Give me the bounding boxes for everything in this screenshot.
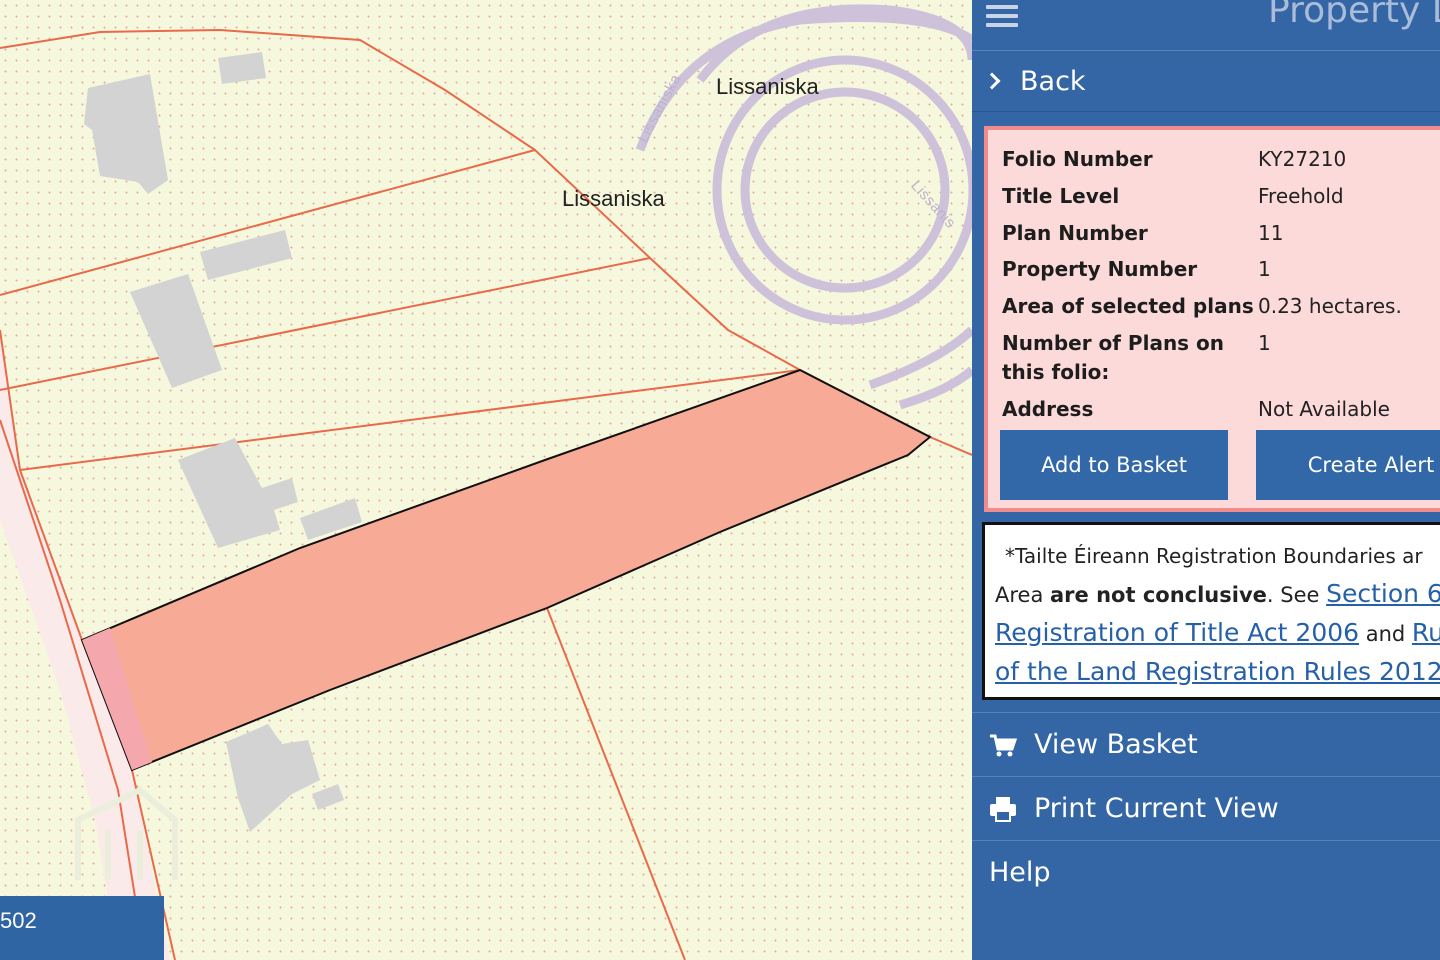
info-label: Title Level bbox=[1002, 184, 1120, 208]
notice-text: Area bbox=[995, 583, 1051, 607]
help-label: Help bbox=[989, 857, 1051, 888]
property-details-panel: Property D Back Folio Number KY27210 Tit… bbox=[972, 0, 1440, 960]
back-button[interactable]: Back bbox=[972, 50, 1440, 112]
info-label: Plan Number bbox=[1002, 221, 1148, 245]
info-label: this folio: bbox=[1002, 360, 1110, 384]
create-alert-button[interactable]: Create Alert bbox=[1256, 430, 1440, 500]
info-label: Folio Number bbox=[1002, 147, 1153, 171]
notice-text: and bbox=[1359, 622, 1412, 646]
registration-act-link[interactable]: Registration of Title Act 2006 bbox=[995, 618, 1359, 647]
info-label: Address bbox=[1002, 397, 1094, 421]
boundary-notice: *Tailte Éireann Registration Boundaries … bbox=[982, 522, 1440, 700]
townland-label: Lissaniska bbox=[562, 186, 665, 211]
panel-title: Property D bbox=[1268, 0, 1440, 31]
view-basket-label: View Basket bbox=[1034, 729, 1198, 760]
info-value: KY27210 bbox=[1258, 147, 1347, 171]
coordinate-readout: 502 bbox=[0, 896, 164, 960]
info-value: Freehold bbox=[1258, 184, 1344, 208]
add-to-basket-button[interactable]: Add to Basket bbox=[1000, 430, 1228, 500]
map-canvas[interactable] bbox=[0, 0, 972, 960]
notice-bold-text: are not conclusive bbox=[1050, 583, 1267, 607]
registration-rules-link[interactable]: of the Land Registration Rules 2012 bbox=[995, 657, 1440, 686]
map-view[interactable]: Lissaniska Lissaniska Lissaniska Lissani… bbox=[0, 0, 972, 960]
printer-icon bbox=[990, 796, 1016, 822]
print-label: Print Current View bbox=[1034, 793, 1279, 824]
notice-line: Registration of Title Act 2006 and Rul bbox=[995, 614, 1440, 653]
info-value: 1 bbox=[1258, 331, 1271, 355]
selected-parcel[interactable] bbox=[80, 368, 932, 772]
notice-line: *Tailte Éireann Registration Boundaries … bbox=[1005, 544, 1423, 568]
notice-line: Area are not conclusive. See Section 62 bbox=[995, 575, 1440, 614]
chevron-right-icon bbox=[983, 72, 1001, 90]
info-value: 1 bbox=[1258, 257, 1271, 281]
info-value: Not Available bbox=[1258, 397, 1390, 421]
rule-link[interactable]: Rul bbox=[1412, 618, 1440, 647]
info-label: Property Number bbox=[1002, 257, 1198, 281]
folio-info-box: Folio Number KY27210 Title Level Freehol… bbox=[984, 126, 1440, 512]
info-value: 11 bbox=[1258, 221, 1284, 245]
back-label: Back bbox=[1020, 65, 1086, 97]
info-value: 0.23 hectares. bbox=[1258, 294, 1402, 318]
print-current-view-button[interactable]: Print Current View bbox=[972, 776, 1440, 840]
townland-label: Lissaniska bbox=[716, 74, 819, 99]
notice-line: of the Land Registration Rules 2012. bbox=[995, 653, 1440, 692]
view-basket-button[interactable]: View Basket bbox=[972, 712, 1440, 776]
section-62-link[interactable]: Section 62 bbox=[1326, 579, 1440, 608]
panel-header: Property D bbox=[972, 0, 1440, 48]
cart-icon bbox=[990, 734, 1018, 756]
help-button[interactable]: Help bbox=[972, 840, 1440, 904]
notice-text: . See bbox=[1266, 583, 1327, 607]
info-label: Number of Plans on bbox=[1002, 331, 1225, 355]
info-label: Area of selected plans bbox=[1002, 294, 1254, 318]
hamburger-icon[interactable] bbox=[986, 0, 1018, 28]
contour-rings bbox=[635, 4, 972, 410]
coordinate-value: 502 bbox=[0, 908, 37, 933]
